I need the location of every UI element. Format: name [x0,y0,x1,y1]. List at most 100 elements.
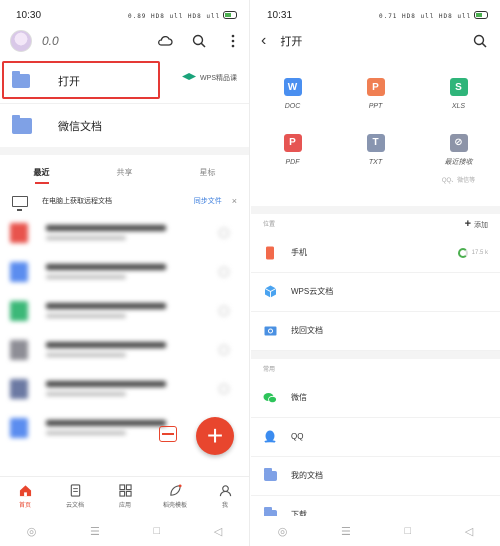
recover-folder-icon [264,326,276,336]
folder-icon [12,114,32,134]
common-section-header: 常用 [263,367,276,373]
system-nav-bar: ◎ ☰ □ ◁ [251,516,500,546]
doc-icon [10,339,28,360]
cloud-icon[interactable] [157,33,173,49]
search-icon[interactable] [472,33,488,49]
document-icon [70,484,80,497]
battery-icon [474,10,488,19]
filetype-icon: T [366,133,385,152]
cube-icon [264,285,276,298]
doc-icon [10,378,28,399]
nav-cloud-docs[interactable]: 云文档 [50,477,100,516]
home-icon [19,485,31,497]
filetype-icon: P [283,133,302,152]
star-icon[interactable] [219,344,229,355]
search-icon[interactable] [191,33,207,49]
list-item[interactable] [0,330,249,369]
tile-xls[interactable]: S XLS [417,78,500,112]
tab-recent[interactable]: 最近 [34,167,50,184]
close-icon[interactable]: × [232,196,237,206]
status-bar: 10:30 0.89 HD8 ull HD8 ull [0,0,249,30]
wechat-docs-row[interactable]: 微信文档 [0,103,249,147]
nav-apps[interactable]: 应用 [100,477,150,516]
filetype-icon: S [449,78,468,96]
menu-icon[interactable]: ☰ [90,525,100,538]
scan-icon[interactable] [159,426,177,442]
back-icon[interactable]: ‹ [261,32,266,50]
pc-prompt: 在电脑上获取远程文档 [42,198,112,205]
signal-icons: 0.89 HD8 ull HD8 ull [127,12,221,20]
tile-pdf[interactable]: P PDF [251,133,334,184]
nav-home[interactable]: 首页 [0,477,50,516]
nav-docer-templates[interactable]: 稻壳模板 [150,477,200,516]
common-my-documents[interactable]: 我的文档 [251,457,500,496]
grid-icon [118,484,132,497]
avatar[interactable] [10,30,32,52]
tile-ppt[interactable]: P PPT [334,78,417,112]
assistant-icon[interactable]: ◎ [27,525,37,538]
tile-recent[interactable]: ⊘ 最近接收 QQ、微信等 [417,133,500,184]
new-document-button[interactable]: + [196,417,234,455]
signal-icons: 0.71 HD8 ull HD8 ull [378,12,472,20]
home-button-icon[interactable]: □ [153,525,160,537]
home-button-icon[interactable]: □ [404,525,411,537]
open-file-row[interactable]: 打开 WPS精品课 [0,59,249,103]
user-bar: 0.0 [0,30,249,52]
filetype-icon: W [283,78,302,96]
nav-me[interactable]: 我 [200,477,249,516]
list-item[interactable] [0,291,249,330]
folder-icon [263,467,277,481]
assistant-icon[interactable]: ◎ [278,525,288,538]
star-icon[interactable] [219,227,229,238]
tile-txt[interactable]: T TXT [334,133,417,184]
list-item[interactable] [0,369,249,408]
doc-tabs: 最近 共享 星标 [0,155,249,189]
doc-icon [10,300,28,321]
list-item[interactable] [0,252,249,291]
storage-usage: 17.5 k [471,249,488,256]
leaf-icon [169,484,182,496]
list-item[interactable] [0,213,249,252]
page-title: 打开 [280,36,303,48]
wechat-docs-label: 微信文档 [58,120,102,133]
bottom-nav: 首页 云文档 应用 稻壳模板 我 [0,476,249,516]
star-icon[interactable] [219,266,229,277]
back-button-icon[interactable]: ◁ [465,525,473,538]
status-bar: 10:31 0.71 HD8 ull HD8 ull [251,0,500,30]
wps-course-link[interactable]: WPS精品课 [182,73,237,83]
common-qq[interactable]: QQ [251,418,500,457]
qq-icon [264,430,276,443]
tile-doc[interactable]: W DOC [251,78,334,112]
back-button-icon[interactable]: ◁ [214,525,222,538]
tab-starred[interactable]: 星标 [200,167,216,178]
open-screen: 10:31 0.71 HD8 ull HD8 ull ‹ 打开 W DOC P PPT… [251,0,500,546]
system-nav-bar: ◎ ☰ □ ◁ [0,516,249,546]
location-wps-cloud[interactable]: WPS云文档 [251,273,500,312]
location-phone[interactable]: 手机 17.5 k [251,234,500,273]
folder-open-icon [12,71,30,88]
phone-icon [266,246,274,259]
graduation-cap-icon [182,73,197,80]
location-section-header: 位置 + 添加 [263,217,488,230]
status-time: 10:31 [267,9,293,21]
menu-icon[interactable]: ☰ [341,525,351,538]
status-time: 10:30 [16,9,42,21]
storage-ring-icon [457,247,468,258]
user-icon [219,485,231,497]
doc-icon [10,222,28,243]
tab-shared[interactable]: 共享 [117,167,133,178]
common-wechat[interactable]: 微信 [251,379,500,418]
monitor-icon [12,195,28,211]
add-location-button[interactable]: + 添加 [465,218,488,230]
user-name[interactable]: 0.0 [42,34,59,48]
star-icon[interactable] [219,305,229,316]
file-type-grid: W DOC P PPT S XLS P PDF T TXT ⊘ 最近接收 QQ、微信等 [251,52,500,184]
pc-remote-banner: 在电脑上获取远程文档 同步文件 × [0,189,249,213]
location-recover-docs[interactable]: 找回文档 [251,312,500,351]
doc-icon [10,261,28,282]
sync-files-link[interactable]: 同步文件 [194,196,222,206]
star-icon[interactable] [219,383,229,394]
more-icon[interactable] [225,33,241,49]
wechat-icon [263,392,277,403]
filetype-icon: P [366,78,385,96]
